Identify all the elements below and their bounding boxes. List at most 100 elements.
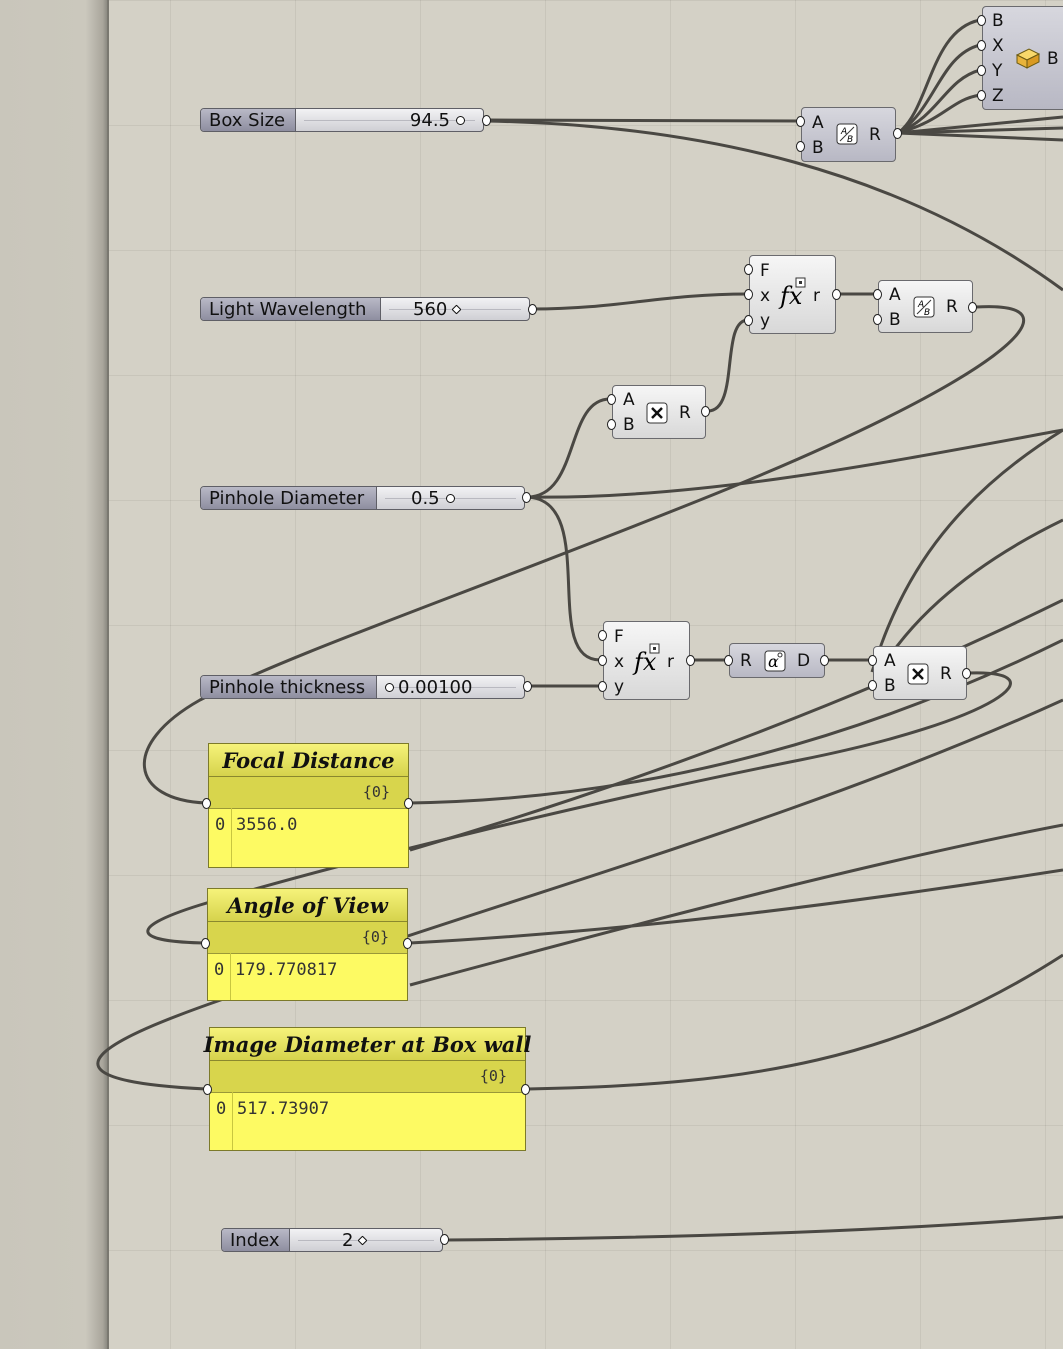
panel-gutter xyxy=(230,953,231,1000)
slider-grip-icon[interactable] xyxy=(358,1235,368,1245)
wire-pinhole-to-right xyxy=(526,428,1063,499)
svg-text:B: B xyxy=(924,308,930,318)
output-port[interactable] xyxy=(404,798,413,809)
input-b-label: B xyxy=(889,310,901,330)
light-wavelength-slider[interactable]: Light Wavelength 560 xyxy=(200,297,530,321)
output-r-label: R xyxy=(940,664,952,684)
panel-row-index: 0 xyxy=(214,960,225,980)
panel-path: {0} xyxy=(361,928,389,946)
input-y-label: y xyxy=(614,677,625,697)
index-slider[interactable]: Index 2 xyxy=(221,1228,443,1252)
input-b-label: B xyxy=(884,676,896,696)
input-port[interactable] xyxy=(724,655,733,666)
output-port[interactable] xyxy=(522,492,531,503)
panel-row-value: 3556.0 xyxy=(236,815,298,835)
input-b-label: B xyxy=(623,415,635,435)
wire-index-out xyxy=(444,1215,1063,1242)
image-diameter-panel[interactable]: Image Diameter at Box wall {0} 0 517.739… xyxy=(204,1027,531,1151)
slider-grip-icon[interactable] xyxy=(445,493,455,503)
slider-grip-icon[interactable] xyxy=(385,682,394,692)
input-port[interactable] xyxy=(607,419,616,430)
slider-label: Pinhole Diameter xyxy=(201,487,377,509)
wire-division-out-c xyxy=(897,131,1063,142)
slider-grip-icon[interactable] xyxy=(451,304,462,314)
angle-of-view-panel[interactable]: Angle of View {0} 0 179.770817 xyxy=(207,888,408,1001)
panel-path: {0} xyxy=(362,783,390,801)
input-port[interactable] xyxy=(202,798,211,809)
input-port[interactable] xyxy=(977,15,986,26)
output-port[interactable] xyxy=(820,655,829,666)
input-b-label: B xyxy=(812,138,824,158)
panel-row-value: 179.770817 xyxy=(235,960,338,980)
focal-distance-panel[interactable]: Focal Distance {0} 0 3556.0 xyxy=(208,743,409,868)
output-r-label: R xyxy=(679,403,691,423)
box-component[interactable]: B X Y Z B xyxy=(982,6,1063,110)
input-port[interactable] xyxy=(873,289,882,300)
slider-label: Pinhole thickness xyxy=(201,676,377,698)
output-port[interactable] xyxy=(403,938,412,949)
box-size-slider[interactable]: Box Size 94.5 xyxy=(200,108,484,132)
slider-rail[interactable]: 560 xyxy=(381,298,529,320)
input-port[interactable] xyxy=(598,655,607,666)
output-port[interactable] xyxy=(521,1084,530,1095)
input-port[interactable] xyxy=(977,40,986,51)
output-port[interactable] xyxy=(686,655,695,666)
output-port[interactable] xyxy=(701,406,710,417)
expression-component-2[interactable]: F x y fx r xyxy=(603,621,690,700)
list-item: 0 179.770817 xyxy=(208,954,407,984)
multiplication-icon xyxy=(907,663,929,685)
wire-wavelength-to-expr xyxy=(531,292,749,311)
slider-rail[interactable]: 0.00100 xyxy=(377,676,524,698)
slider-grip-icon[interactable] xyxy=(456,115,465,125)
input-port[interactable] xyxy=(598,630,607,641)
input-port[interactable] xyxy=(201,938,210,949)
slider-rail[interactable]: 94.5 xyxy=(296,109,483,131)
output-port[interactable] xyxy=(968,302,977,313)
pinhole-thickness-slider[interactable]: Pinhole thickness 0.00100 xyxy=(200,675,525,699)
slider-value: 560 xyxy=(413,298,466,320)
panel-path-header: {0} xyxy=(208,922,407,954)
input-port[interactable] xyxy=(977,90,986,101)
output-port[interactable] xyxy=(482,115,491,126)
input-port[interactable] xyxy=(796,141,805,152)
input-port[interactable] xyxy=(744,264,753,275)
slider-rail[interactable]: 2 xyxy=(290,1229,442,1251)
input-port[interactable] xyxy=(203,1084,212,1095)
wire-angle-out-2 xyxy=(409,823,1063,987)
input-port[interactable] xyxy=(607,394,616,405)
output-port[interactable] xyxy=(962,668,971,679)
input-port[interactable] xyxy=(868,680,877,691)
svg-text:α: α xyxy=(768,652,779,671)
panel-path-header: {0} xyxy=(210,1061,525,1093)
panel-row-index: 0 xyxy=(215,815,226,835)
input-port[interactable] xyxy=(868,655,877,666)
division-component-2[interactable]: A B A B R xyxy=(878,280,973,333)
pinhole-diameter-slider[interactable]: Pinhole Diameter 0.5 xyxy=(200,486,525,510)
input-port[interactable] xyxy=(744,289,753,300)
multiplication-component-1[interactable]: A B R xyxy=(612,385,706,439)
division-icon: A B xyxy=(913,296,935,318)
input-port[interactable] xyxy=(873,314,882,325)
wire-image-out xyxy=(527,953,1063,1091)
output-r-label: r xyxy=(813,286,820,306)
input-port[interactable] xyxy=(977,65,986,76)
slider-label: Light Wavelength xyxy=(201,298,381,320)
input-port[interactable] xyxy=(796,116,805,127)
output-port[interactable] xyxy=(523,681,532,692)
output-port[interactable] xyxy=(832,289,841,300)
slider-rail[interactable]: 0.5 xyxy=(377,487,524,509)
input-port[interactable] xyxy=(598,681,607,692)
input-port[interactable] xyxy=(744,315,753,326)
multiplication-component-2[interactable]: A B R xyxy=(873,646,967,700)
output-port[interactable] xyxy=(440,1234,449,1245)
output-port[interactable] xyxy=(528,304,537,315)
output-r-label: R xyxy=(946,297,958,317)
division-component-1[interactable]: A B A B R xyxy=(801,107,896,162)
input-a-label: A xyxy=(884,651,896,671)
output-port[interactable] xyxy=(893,128,902,139)
expression-component-1[interactable]: F x y fx r xyxy=(749,255,836,334)
wire-mult2-up xyxy=(870,428,1063,673)
degrees-component[interactable]: R α D xyxy=(729,643,825,678)
input-f-label: F xyxy=(760,261,770,281)
input-x-label: x xyxy=(760,286,771,306)
